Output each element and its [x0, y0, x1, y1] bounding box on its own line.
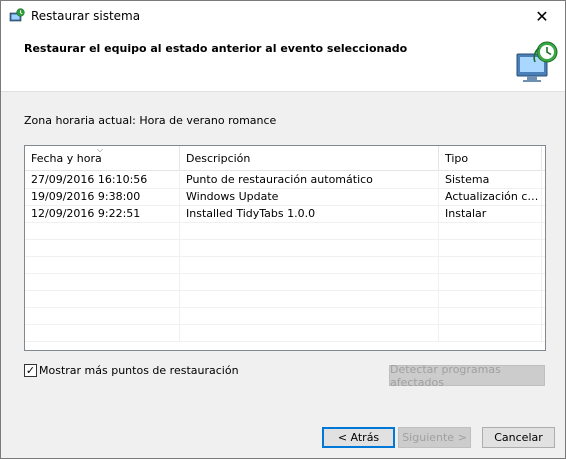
header-band: Restaurar el equipo al estado anterior a… — [1, 32, 565, 92]
close-button[interactable]: ✕ — [519, 1, 565, 32]
show-more-checkbox-row[interactable]: ✓ Mostrar más puntos de restauración — [24, 364, 239, 377]
cell-type: Sistema — [439, 172, 542, 188]
sort-indicator-icon: ⌵ — [97, 145, 104, 154]
cell-type: Instalar — [439, 206, 542, 222]
column-header-description[interactable]: Descripción — [180, 146, 439, 171]
cell-date: 12/09/2016 9:22:51 — [25, 206, 180, 222]
empty-row — [25, 308, 545, 325]
system-restore-icon — [516, 41, 558, 82]
window-title: Restaurar sistema — [31, 9, 141, 23]
close-icon: ✕ — [535, 7, 549, 26]
table-row[interactable]: 19/09/2016 9:38:00 Windows Update Actual… — [25, 189, 545, 206]
restore-points-table[interactable]: ⌵ Fecha y hora Descripción Tipo 27/09/20… — [24, 145, 546, 351]
column-header-type[interactable]: Tipo — [439, 146, 542, 171]
cancel-button[interactable]: Cancelar — [482, 427, 555, 448]
table-row[interactable]: 12/09/2016 9:22:51 Installed TidyTabs 1.… — [25, 206, 545, 223]
cell-description: Windows Update — [180, 189, 439, 205]
cell-type: Actualización crí... — [439, 189, 542, 205]
empty-row — [25, 223, 545, 240]
cell-description: Punto de restauración automático — [180, 172, 439, 188]
show-more-checkbox[interactable]: ✓ — [24, 364, 37, 377]
empty-row — [25, 291, 545, 308]
back-button[interactable]: < Atrás — [322, 427, 395, 448]
empty-row — [25, 274, 545, 291]
column-header-date[interactable]: ⌵ Fecha y hora — [25, 146, 180, 171]
empty-row — [25, 240, 545, 257]
detect-affected-programs-button[interactable]: Detectar programas afectados — [389, 363, 545, 389]
table-row[interactable]: 27/09/2016 16:10:56 Punto de restauració… — [25, 172, 545, 189]
show-more-label[interactable]: Mostrar más puntos de restauración — [39, 364, 239, 377]
timezone-label: Zona horaria actual: Hora de verano roma… — [24, 114, 277, 127]
cell-date: 19/09/2016 9:38:00 — [25, 189, 180, 205]
cell-description: Installed TidyTabs 1.0.0 — [180, 206, 439, 222]
system-restore-small-icon — [9, 8, 25, 22]
table-body: 27/09/2016 16:10:56 Punto de restauració… — [25, 172, 545, 342]
empty-row — [25, 325, 545, 342]
title-bar[interactable]: Restaurar sistema ✕ — [1, 1, 565, 32]
page-title: Restaurar el equipo al estado anterior a… — [24, 42, 408, 55]
next-button[interactable]: Siguiente > — [398, 427, 471, 448]
checkmark-icon: ✓ — [25, 364, 36, 377]
cell-date: 27/09/2016 16:10:56 — [25, 172, 180, 188]
table-header: ⌵ Fecha y hora Descripción Tipo — [25, 146, 545, 171]
restore-window: Restaurar sistema ✕ Restaurar el equipo … — [0, 0, 566, 459]
empty-row — [25, 257, 545, 274]
